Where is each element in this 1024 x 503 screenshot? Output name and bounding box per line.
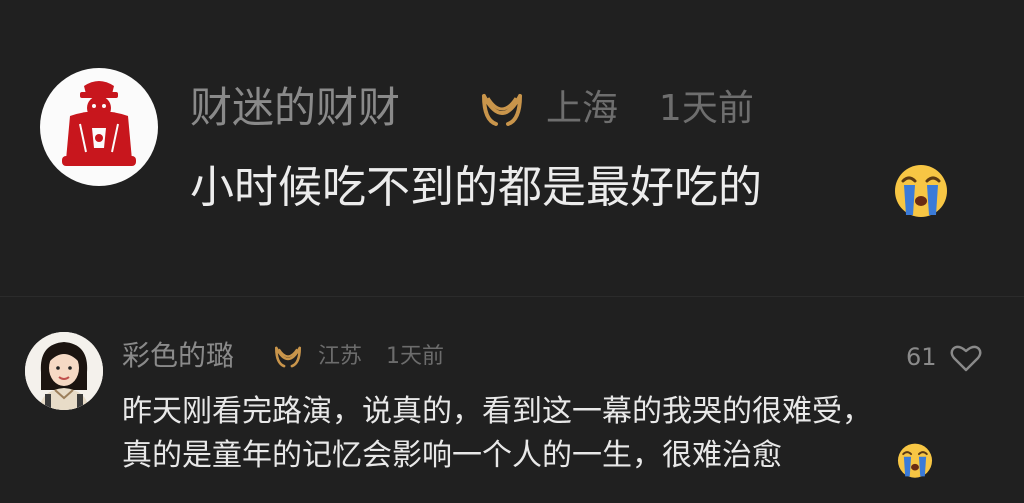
comment-meta: 上海 1天前	[546, 82, 754, 136]
comment-text: 小时候吃不到的都是最好吃的	[190, 162, 762, 213]
time-label: 1天前	[386, 344, 445, 369]
time-label: 1天前	[658, 88, 754, 129]
vip-badge-icon	[274, 346, 301, 368]
avatar[interactable]	[40, 68, 158, 186]
location-label: 江苏	[318, 344, 363, 369]
girl-avatar-icon	[25, 332, 103, 410]
divider	[0, 296, 1024, 297]
vip-badge-icon	[482, 94, 522, 126]
fortune-god-avatar-icon	[62, 81, 136, 166]
username[interactable]: 财迷的财财	[190, 80, 400, 136]
crying-face-icon	[895, 165, 947, 217]
comment-meta: 江苏 1天前	[318, 340, 444, 374]
comment-item: 财迷的财财 上海 1天前 小时候吃不到的都是最好吃的	[0, 0, 1024, 268]
like-count: 61	[906, 343, 937, 371]
crying-face-icon	[897, 443, 933, 478]
avatar[interactable]	[25, 332, 103, 410]
like-heart-icon[interactable]	[950, 344, 982, 372]
comment-text-line: 昨天刚看完路演，说真的，看到这一幕的我哭的很难受，	[122, 394, 872, 429]
username[interactable]: 彩色的璐	[122, 336, 234, 376]
comment-text-line: 真的是童年的记忆会影响一个人的一生，很难治愈	[122, 438, 782, 473]
location-label: 上海	[546, 88, 619, 129]
